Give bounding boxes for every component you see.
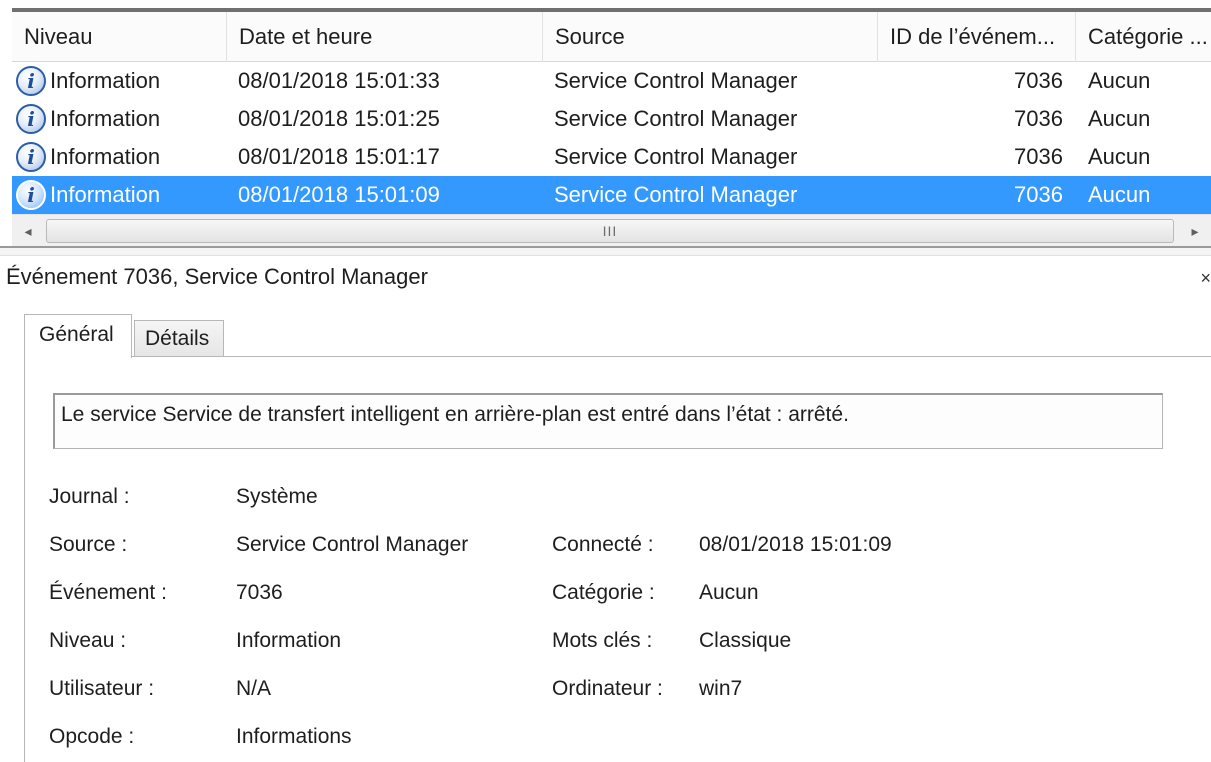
column-header-row: Niveau Date et heure Source ID de l’évén… (12, 12, 1211, 62)
source-label: Source : (49, 533, 128, 556)
logged-value: 08/01/2018 15:01:09 (699, 533, 892, 556)
keywords-value: Classique (699, 629, 792, 652)
level-value: Information (236, 629, 342, 652)
scroll-left-arrow-icon[interactable]: ◂ (12, 215, 44, 247)
details-title: Événement 7036, Service Control Manager (6, 264, 428, 289)
computer-value: win7 (699, 677, 743, 700)
computer-label: Ordinateur : (552, 677, 663, 700)
event-row[interactable]: i Information 08/01/2018 15:01:17 Servic… (12, 138, 1211, 176)
event-level: Information (50, 68, 161, 93)
category-value: Aucun (699, 581, 759, 604)
journal-label: Journal : (49, 485, 130, 508)
event-row-selected[interactable]: i Information 08/01/2018 15:01:09 Servic… (12, 176, 1211, 214)
event-category: Aucun (1088, 106, 1151, 131)
event-rows: i Information 08/01/2018 15:01:33 Servic… (12, 62, 1211, 214)
column-header-level[interactable]: Niveau (12, 12, 226, 62)
event-list: Niveau Date et heure Source ID de l’évén… (12, 8, 1211, 246)
event-details-pane: Événement 7036, Service Control Manager … (0, 256, 1211, 762)
column-header-source[interactable]: Source (542, 12, 877, 62)
opcode-value: Informations (236, 725, 352, 748)
scrollbar-thumb[interactable]: III (46, 219, 1174, 243)
horizontal-scrollbar[interactable]: ◂ III ▸ (12, 214, 1211, 246)
opcode-label: Opcode : (49, 725, 135, 748)
tab-general-content: Le service Service de transfert intellig… (24, 356, 1211, 762)
event-row[interactable]: i Information 08/01/2018 15:01:33 Servic… (12, 62, 1211, 100)
tab-general[interactable]: Général (24, 314, 132, 358)
event-id-label: Événement : (49, 581, 167, 604)
event-level: Information (50, 144, 161, 169)
event-level: Information (50, 182, 161, 207)
column-header-event-id[interactable]: ID de l’événem... (877, 12, 1075, 62)
event-level-cell: i Information (16, 176, 226, 214)
event-id: 7036 (1014, 182, 1063, 207)
event-id: 7036 (1014, 68, 1063, 93)
event-category: Aucun (1088, 182, 1151, 207)
event-id: 7036 (1014, 144, 1063, 169)
event-id: 7036 (1014, 106, 1063, 131)
column-header-date[interactable]: Date et heure (226, 12, 542, 62)
category-label: Catégorie : (552, 581, 655, 604)
event-level: Information (50, 106, 161, 131)
keywords-label: Mots clés : (552, 629, 653, 652)
event-message[interactable]: Le service Service de transfert intellig… (53, 393, 1163, 449)
journal-value: Système (236, 485, 318, 508)
event-level-cell: i Information (16, 100, 226, 138)
event-level-cell: i Information (16, 62, 226, 100)
user-label: Utilisateur : (49, 677, 155, 700)
window-left-edge (0, 8, 12, 248)
source-value: Service Control Manager (236, 533, 469, 556)
event-level-cell: i Information (16, 138, 226, 176)
event-date: 08/01/2018 15:01:25 (238, 106, 440, 131)
close-icon[interactable]: × (1200, 268, 1211, 289)
info-icon: i (16, 104, 46, 134)
info-icon: i (16, 66, 46, 96)
event-date: 08/01/2018 15:01:17 (238, 144, 440, 169)
logged-label: Connecté : (552, 533, 654, 556)
event-id-value: 7036 (236, 581, 283, 604)
event-source: Service Control Manager (554, 182, 798, 207)
column-header-category[interactable]: Catégorie ... (1075, 12, 1211, 62)
event-category: Aucun (1088, 68, 1151, 93)
event-date: 08/01/2018 15:01:09 (238, 182, 440, 207)
user-value: N/A (236, 677, 272, 700)
level-label: Niveau : (49, 629, 127, 652)
event-source: Service Control Manager (554, 68, 798, 93)
scrollbar-grip-icon: III (602, 223, 618, 239)
tab-details[interactable]: Détails (134, 320, 224, 356)
scroll-right-arrow-icon[interactable]: ▸ (1179, 215, 1211, 247)
event-category: Aucun (1088, 144, 1151, 169)
info-icon: i (16, 180, 46, 210)
event-row[interactable]: i Information 08/01/2018 15:01:25 Servic… (12, 100, 1211, 138)
info-icon: i (16, 142, 46, 172)
event-source: Service Control Manager (554, 144, 798, 169)
pane-splitter[interactable] (0, 246, 1211, 256)
event-source: Service Control Manager (554, 106, 798, 131)
event-date: 08/01/2018 15:01:33 (238, 68, 440, 93)
